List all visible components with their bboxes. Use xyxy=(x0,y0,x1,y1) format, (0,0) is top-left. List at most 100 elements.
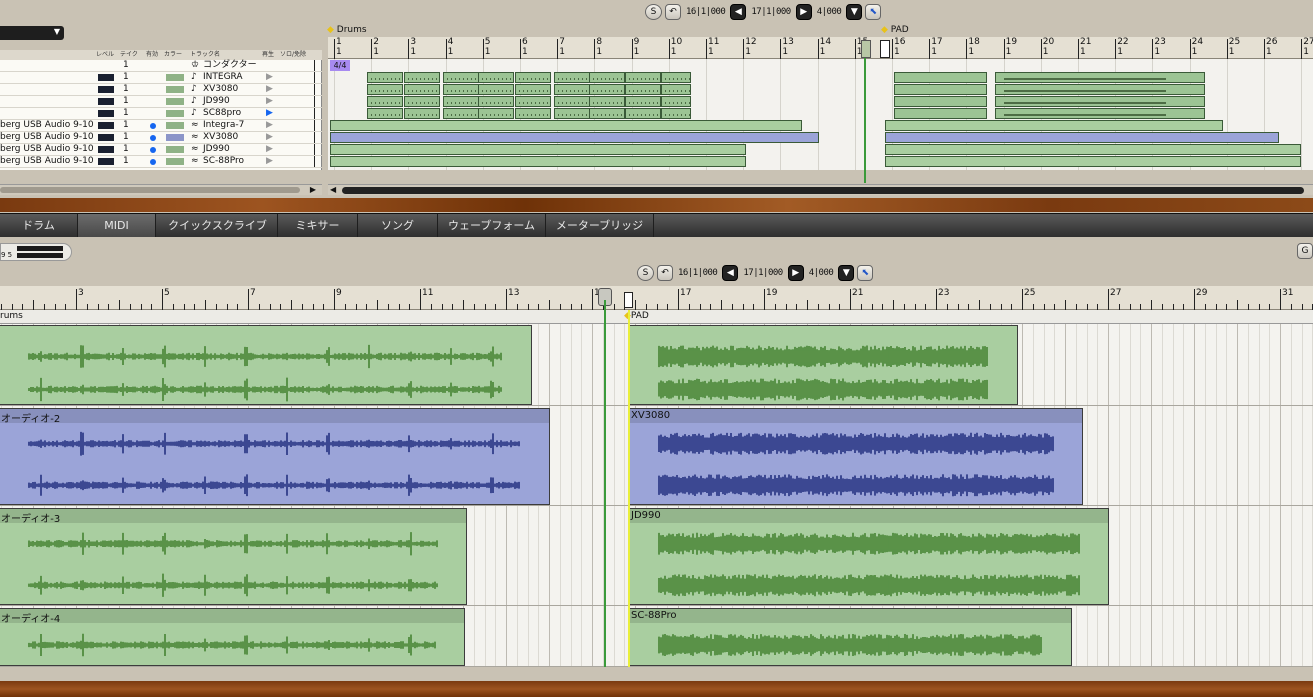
midi-clip[interactable] xyxy=(589,72,625,83)
loop-return-icon[interactable]: ↶ xyxy=(665,4,681,20)
locator-handle-end[interactable] xyxy=(624,292,633,308)
track-row[interactable]: 1 ♪ SC88pro ▶ xyxy=(0,108,322,120)
track-name[interactable]: XV3080 xyxy=(203,84,238,95)
tab-6[interactable]: メーターブリッジ xyxy=(546,214,654,238)
midi-clip[interactable] xyxy=(404,84,440,95)
audio-clip[interactable] xyxy=(885,144,1301,155)
active-indicator-icon[interactable] xyxy=(150,135,156,141)
audio-region[interactable] xyxy=(628,325,1018,405)
locator-handle[interactable] xyxy=(861,40,871,58)
play-icon[interactable]: ▶ xyxy=(266,144,273,155)
midi-clip[interactable] xyxy=(367,72,403,83)
tab-1[interactable]: MIDI xyxy=(78,214,156,238)
track-input[interactable]: berg USB Audio 9-10 xyxy=(0,144,94,155)
loop-return-icon[interactable]: ↶ xyxy=(657,265,673,281)
arrange-scrollbar[interactable]: ◀ xyxy=(328,184,1313,195)
track-color-swatch[interactable] xyxy=(166,122,184,129)
audio-region[interactable]: XV3080 xyxy=(628,408,1083,505)
audio-clip[interactable] xyxy=(885,132,1279,143)
midi-clip[interactable] xyxy=(894,108,987,119)
midi-clip[interactable] xyxy=(589,108,625,119)
audio-region[interactable]: オーディオ-3 xyxy=(0,508,467,605)
midi-clip[interactable] xyxy=(554,108,590,119)
track-row[interactable]: 1 ♪ XV3080 ▶ xyxy=(0,84,322,96)
audio-region[interactable]: JD990 xyxy=(628,508,1109,605)
midi-clip[interactable] xyxy=(478,108,514,119)
tab-5[interactable]: ウェーブフォーム xyxy=(438,214,546,238)
midi-clip[interactable] xyxy=(404,72,440,83)
audio-region[interactable]: SC-88Pro xyxy=(628,608,1072,666)
column-header[interactable]: カラー xyxy=(164,50,182,60)
track-color-swatch[interactable] xyxy=(166,110,184,117)
column-header[interactable]: レベル xyxy=(96,50,114,60)
midi-clip[interactable] xyxy=(995,108,1205,119)
track-color-swatch[interactable] xyxy=(166,98,184,105)
midi-clip[interactable] xyxy=(367,96,403,107)
arrow-left-icon[interactable]: ◀ xyxy=(730,4,747,20)
midi-clip[interactable] xyxy=(443,84,479,95)
track-row[interactable]: 1 ♔ コンダクター xyxy=(0,60,322,72)
pointer-tool-icon[interactable]: ⬉ xyxy=(857,265,874,281)
track-input[interactable]: berg USB Audio 9-10 xyxy=(0,132,94,143)
divider-wood-strip[interactable] xyxy=(0,198,1313,212)
pointer-tool-icon[interactable]: ⬉ xyxy=(865,4,882,20)
play-icon[interactable]: ▶ xyxy=(266,84,273,95)
midi-clip[interactable] xyxy=(894,72,987,83)
audio-region[interactable]: オーディオ-4 xyxy=(0,608,465,666)
play-icon[interactable]: ▶ xyxy=(266,156,273,167)
audio-clip[interactable] xyxy=(330,120,802,131)
midi-clip[interactable] xyxy=(661,108,691,119)
bottom-ruler[interactable]: 35791113151719212325272931 xyxy=(0,286,1313,310)
loop-end-field[interactable]: 17|1|000 xyxy=(749,7,792,17)
audio-region[interactable]: オーディオ-2 xyxy=(0,408,550,505)
track-take[interactable]: 1 xyxy=(123,108,129,119)
audio-region[interactable] xyxy=(0,325,532,405)
midi-clip[interactable] xyxy=(625,108,661,119)
waveform-view[interactable]: オーディオ-2 XV3080 オーディオ-3 JD990 オーディオ-4 SC-88Pro xyxy=(0,324,1313,667)
audio-clip[interactable] xyxy=(330,144,746,155)
track-color-swatch[interactable] xyxy=(166,158,184,165)
midi-clip[interactable] xyxy=(661,72,691,83)
track-take[interactable]: 1 xyxy=(123,120,129,131)
midi-clip[interactable] xyxy=(589,84,625,95)
track-take[interactable]: 1 xyxy=(123,156,129,167)
midi-clip[interactable] xyxy=(625,96,661,107)
audio-clip[interactable] xyxy=(885,156,1301,167)
tab-4[interactable]: ソング xyxy=(358,214,438,238)
midi-clip[interactable] xyxy=(625,72,661,83)
tab-0[interactable]: ドラム xyxy=(0,214,78,238)
solo-button[interactable]: S xyxy=(645,4,662,20)
midi-clip[interactable] xyxy=(443,108,479,119)
arrow-left-icon[interactable]: ◀ xyxy=(722,265,739,281)
track-take[interactable]: 1 xyxy=(123,60,129,71)
track-take[interactable]: 1 xyxy=(123,84,129,95)
track-color-swatch[interactable] xyxy=(166,146,184,153)
audio-clip[interactable] xyxy=(330,156,746,167)
loop-length-field[interactable]: 4|000 xyxy=(807,268,836,278)
arrow-right-icon[interactable]: ▶ xyxy=(795,4,812,20)
track-row[interactable]: 1 ♪ JD990 ▶ xyxy=(0,96,322,108)
play-icon[interactable]: ▶ xyxy=(266,108,273,119)
track-name[interactable]: XV3080 xyxy=(203,132,238,143)
midi-clip[interactable] xyxy=(894,96,987,107)
loop-start-field[interactable]: 16|1|000 xyxy=(676,268,719,278)
loop-length-field[interactable]: 4|000 xyxy=(815,7,844,17)
midi-clip[interactable] xyxy=(404,96,440,107)
midi-clip[interactable] xyxy=(443,96,479,107)
play-icon[interactable]: ▶ xyxy=(266,132,273,143)
track-name[interactable]: JD990 xyxy=(203,144,230,155)
locator-handle-end[interactable] xyxy=(880,40,890,58)
scrollbar-thumb[interactable] xyxy=(0,187,300,193)
midi-clip[interactable] xyxy=(554,72,590,83)
track-name[interactable]: コンダクター xyxy=(203,60,257,71)
track-color-swatch[interactable] xyxy=(166,134,184,141)
track-input[interactable]: berg USB Audio 9-10 xyxy=(0,156,94,167)
play-icon[interactable]: ▶ xyxy=(266,96,273,107)
arrow-left-icon[interactable]: ◀ xyxy=(330,185,336,194)
midi-clip[interactable] xyxy=(554,96,590,107)
scrollbar-thumb[interactable] xyxy=(342,187,1304,194)
midi-clip[interactable] xyxy=(995,72,1205,83)
drums-marker[interactable]: ◆ Drums xyxy=(327,25,367,35)
midi-clip[interactable] xyxy=(661,96,691,107)
midi-clip[interactable] xyxy=(367,84,403,95)
